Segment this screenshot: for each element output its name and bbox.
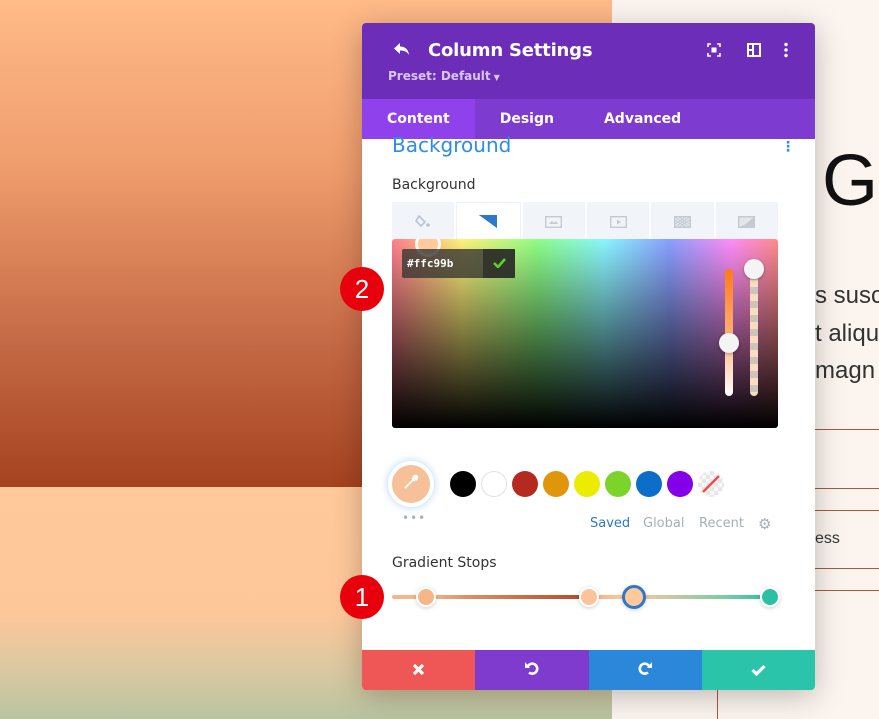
- gear-icon[interactable]: ⚙: [758, 515, 771, 533]
- preset-label: Preset: Default: [388, 69, 491, 83]
- gradient-stop-handle[interactable]: [416, 587, 437, 607]
- swatch-red[interactable]: [512, 471, 538, 497]
- redo-button[interactable]: [588, 650, 702, 690]
- background-type-color[interactable]: [392, 202, 455, 243]
- annotation-badge-2: 2: [340, 267, 384, 311]
- divider: [815, 488, 879, 489]
- split-view-icon[interactable]: [747, 42, 763, 58]
- no-color-icon: [702, 475, 720, 493]
- annotation-badge-1: 1: [340, 575, 384, 619]
- hex-value-input[interactable]: #ffc99b: [402, 249, 483, 278]
- check-icon: [751, 661, 766, 680]
- page-body-text: magn: [815, 357, 876, 384]
- hue-slider-handle[interactable]: [719, 333, 739, 353]
- gradient-stop-handle[interactable]: [760, 587, 780, 607]
- fullscreen-icon[interactable]: [707, 42, 723, 58]
- hex-input-box: #ffc99b: [402, 249, 515, 278]
- palette-tab-saved[interactable]: Saved: [590, 516, 630, 531]
- check-icon: [492, 256, 506, 272]
- background-type-image[interactable]: [522, 202, 585, 243]
- background-type-video[interactable]: [586, 202, 650, 243]
- page-heading: G: [822, 141, 879, 221]
- current-color-eyedropper[interactable]: [388, 461, 434, 507]
- more-options-icon[interactable]: [783, 42, 799, 58]
- undo-icon: [524, 660, 540, 680]
- divider: [815, 568, 879, 569]
- page-menu-item[interactable]: ess: [815, 530, 840, 548]
- tab-advanced[interactable]: Advanced: [579, 99, 706, 139]
- panel-header: Column Settings Preset: Default ▼: [362, 23, 815, 99]
- background-type-mask[interactable]: [715, 202, 778, 243]
- undo-button[interactable]: [475, 650, 589, 690]
- page-body-text: s susc: [815, 282, 879, 309]
- swatch-white[interactable]: [481, 471, 507, 497]
- close-icon: [412, 661, 425, 680]
- panel-title: Column Settings: [428, 40, 593, 61]
- cancel-button[interactable]: [362, 650, 476, 690]
- image-icon: [545, 213, 563, 232]
- opacity-slider-handle[interactable]: [744, 259, 764, 279]
- gradient-icon: [478, 213, 499, 232]
- section-more-icon[interactable]: ⋮: [781, 139, 795, 155]
- swatch-black[interactable]: [450, 471, 476, 497]
- eyedropper-icon: [403, 474, 419, 494]
- more-swatches-icon[interactable]: •••: [402, 511, 426, 525]
- save-button[interactable]: [701, 650, 815, 690]
- column-settings-panel: Column Settings Preset: Default ▼ Content…: [362, 23, 815, 690]
- section-title[interactable]: Background: [392, 133, 511, 157]
- gradient-stop-handle[interactable]: [578, 587, 599, 607]
- video-icon: [609, 213, 627, 232]
- background-type-pattern[interactable]: [651, 202, 714, 243]
- palette-tab-global[interactable]: Global: [643, 516, 684, 531]
- swatch-green[interactable]: [605, 471, 631, 497]
- paint-bucket-icon: [415, 213, 431, 232]
- divider: [815, 590, 879, 591]
- background-label: Background: [392, 177, 476, 193]
- swatch-yellow[interactable]: [574, 471, 600, 497]
- panel-footer: [362, 650, 815, 690]
- swatch-blue[interactable]: [636, 471, 662, 497]
- swatch-none[interactable]: [698, 471, 724, 497]
- divider: [815, 510, 879, 511]
- panel-body: Background ⋮ Background #ffc99b ••• Save…: [362, 133, 815, 650]
- pattern-icon: [673, 213, 691, 232]
- preset-dropdown[interactable]: Preset: Default ▼: [388, 69, 500, 83]
- page-body-text: t aliqu: [815, 320, 879, 347]
- background-type-tabs: [392, 202, 778, 243]
- caret-down-icon: ▼: [493, 73, 500, 82]
- swatch-orange[interactable]: [543, 471, 569, 497]
- background-type-gradient[interactable]: [456, 202, 521, 243]
- divider: [717, 689, 718, 719]
- hex-confirm-button[interactable]: [483, 249, 515, 278]
- gradient-stop-handle[interactable]: [621, 585, 646, 609]
- color-picker-saturation-area[interactable]: #ffc99b: [392, 239, 778, 428]
- swatch-purple[interactable]: [667, 471, 693, 497]
- mask-icon: [738, 213, 756, 232]
- opacity-slider[interactable]: [750, 266, 758, 396]
- palette-tab-recent[interactable]: Recent: [699, 516, 744, 531]
- divider: [815, 429, 879, 430]
- back-icon[interactable]: [392, 41, 414, 61]
- gradient-stops-label: Gradient Stops: [392, 555, 497, 571]
- redo-icon: [637, 660, 653, 680]
